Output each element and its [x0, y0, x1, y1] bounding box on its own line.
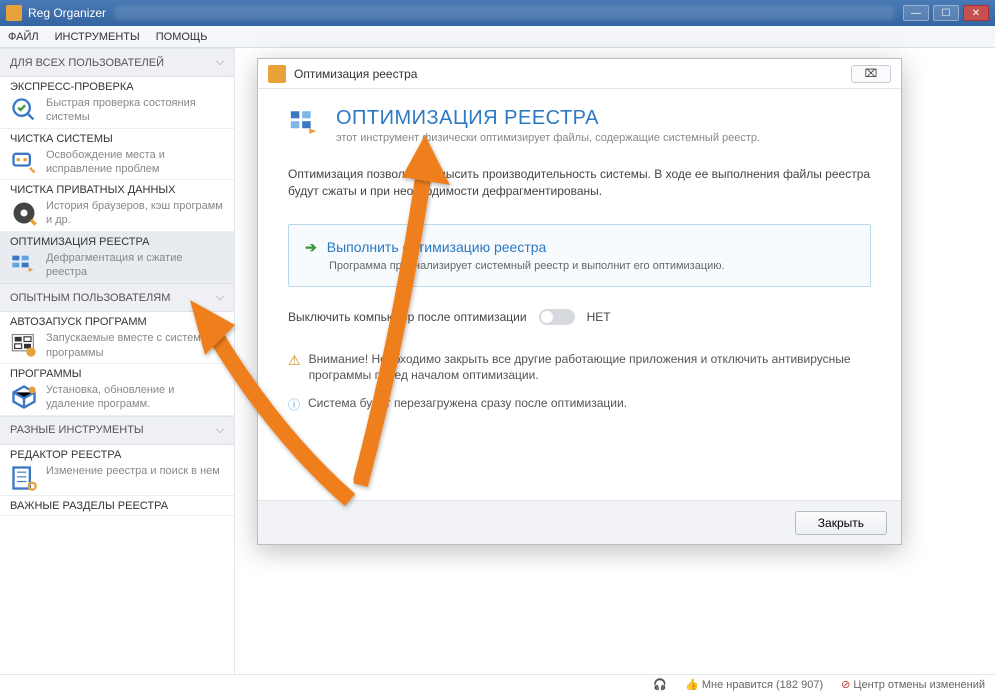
item-title: ЧИСТКА ПРИВАТНЫХ ДАННЫХ [10, 184, 224, 196]
item-desc: Дефрагментация и сжатие реестра [46, 251, 224, 280]
like-section[interactable]: 👍 Мне нравится (182 907) [685, 678, 823, 691]
dialog-title: ОПТИМИЗАЦИЯ РЕЕСТРА [336, 107, 760, 130]
sidebar-item-private[interactable]: ЧИСТКА ПРИВАТНЫХ ДАННЫХ История браузеро… [0, 180, 234, 232]
undo-icon: ⊘ [841, 679, 850, 691]
arrow-right-icon: ➔ [305, 239, 317, 256]
registry-icon [10, 464, 38, 492]
undo-text: Центр отмены изменений [853, 679, 985, 691]
maximize-button[interactable]: ☐ [933, 5, 959, 21]
item-title: ОПТИМИЗАЦИЯ РЕЕСТРА [10, 236, 224, 248]
menu-help[interactable]: ПОМОЩЬ [156, 31, 208, 43]
menu-file[interactable]: ФАЙЛ [8, 31, 39, 43]
dialog-titlebar: Оптимизация реестра ⌧ [258, 59, 901, 89]
action-title: Выполнить оптимизацию реестра [327, 239, 547, 255]
section-label: ДЛЯ ВСЕХ ПОЛЬЗОВАТЕЛЕЙ [10, 57, 164, 69]
close-window-button[interactable]: ✕ [963, 5, 989, 21]
close-button[interactable]: Закрыть [795, 511, 887, 535]
titlebar-blur [114, 6, 895, 20]
toggle-value: НЕТ [587, 310, 611, 324]
info-icon: ⓘ [288, 396, 300, 413]
thumbs-up-icon: 👍 [685, 679, 699, 691]
sidebar-item-express[interactable]: ЭКСПРЕСС-ПРОВЕРКА Быстрая проверка состо… [0, 77, 234, 129]
sidebar-item-clean[interactable]: ЧИСТКА СИСТЕМЫ Освобождение места и испр… [0, 129, 234, 181]
sidebar: ДЛЯ ВСЕХ ПОЛЬЗОВАТЕЛЕЙ ⌵ ЭКСПРЕСС-ПРОВЕР… [0, 48, 235, 674]
toggle-label: Выключить компьютер после оптимизации [288, 310, 527, 324]
reboot-text: Система будет перезагружена сразу после … [308, 396, 627, 413]
dialog-footer: Закрыть [258, 500, 901, 544]
item-title: АВТОЗАПУСК ПРОГРАММ [10, 316, 224, 328]
chevron-down-icon: ⌵ [216, 56, 224, 69]
item-title: ПРОГРАММЫ [10, 368, 224, 380]
defrag-large-icon [288, 107, 322, 141]
app-title: Reg Organizer [28, 6, 106, 20]
section-misc[interactable]: РАЗНЫЕ ИНСТРУМЕНТЫ ⌵ [0, 416, 234, 445]
flag-icon [10, 331, 38, 359]
sidebar-item-autorun[interactable]: АВТОЗАПУСК ПРОГРАММ Запускаемые вместе с… [0, 312, 234, 364]
item-desc: Освобождение места и исправление проблем [46, 148, 224, 177]
section-all-users[interactable]: ДЛЯ ВСЕХ ПОЛЬЗОВАТЕЛЕЙ ⌵ [0, 48, 234, 77]
item-title: РЕДАКТОР РЕЕСТРА [10, 449, 224, 461]
content-area: Оптимизация реестра ⌧ ОПТИМИЗАЦИЯ РЕЕСТР… [235, 48, 995, 674]
item-title: ЧИСТКА СИСТЕМЫ [10, 133, 224, 145]
statusbar: 🎧 👍 Мне нравится (182 907) ⊘ Центр отмен… [0, 674, 995, 694]
item-title: ВАЖНЫЕ РАЗДЕЛЫ РЕЕСТРА [10, 500, 224, 512]
dialog-subtitle: этот инструмент физически оптимизирует ф… [336, 132, 760, 144]
dialog-icon [268, 65, 286, 83]
menu-tools[interactable]: ИНСТРУМЕНТЫ [55, 31, 140, 43]
chevron-down-icon: ⌵ [216, 424, 224, 437]
disc-icon [10, 199, 38, 227]
item-title: ЭКСПРЕСС-ПРОВЕРКА [10, 81, 224, 93]
undo-section[interactable]: ⊘ Центр отмены изменений [841, 678, 985, 691]
item-desc: Изменение реестра и поиск в нем [46, 464, 220, 478]
box-icon [10, 383, 38, 411]
item-desc: Быстрая проверка состояния системы [46, 96, 224, 125]
run-optimization-button[interactable]: ➔ Выполнить оптимизацию реестра Программ… [288, 224, 871, 287]
sidebar-item-important[interactable]: ВАЖНЫЕ РАЗДЕЛЫ РЕЕСТРА [0, 496, 234, 516]
menubar: ФАЙЛ ИНСТРУМЕНТЫ ПОМОЩЬ [0, 26, 995, 48]
item-desc: История браузеров, кэш программ и др. [46, 199, 224, 228]
section-label: ОПЫТНЫМ ПОЛЬЗОВАТЕЛЯМ [10, 292, 170, 304]
item-desc: Установка, обновление и удаление програм… [46, 383, 224, 412]
defrag-icon [10, 251, 38, 279]
action-subtitle: Программа проанализирует системный реест… [329, 260, 854, 272]
shutdown-toggle[interactable] [539, 309, 575, 325]
dialog-body-text: Оптимизация позволяет повысить производи… [288, 166, 871, 200]
sidebar-item-optimize[interactable]: ОПТИМИЗАЦИЯ РЕЕСТРА Дефрагментация и сжа… [0, 232, 234, 284]
broom-icon [10, 148, 38, 176]
warning-text: Внимание! Необходимо закрыть все другие … [309, 351, 871, 385]
headset-icon[interactable]: 🎧 [653, 678, 667, 691]
section-advanced[interactable]: ОПЫТНЫМ ПОЛЬЗОВАТЕЛЯМ ⌵ [0, 283, 234, 312]
dialog-close-button[interactable]: ⌧ [851, 65, 891, 83]
like-text: Мне нравится (182 907) [702, 679, 823, 691]
sidebar-item-programs[interactable]: ПРОГРАММЫ Установка, обновление и удален… [0, 364, 234, 416]
window-titlebar: Reg Organizer — ☐ ✕ [0, 0, 995, 26]
chevron-down-icon: ⌵ [216, 291, 224, 304]
optimize-dialog: Оптимизация реестра ⌧ ОПТИМИЗАЦИЯ РЕЕСТР… [257, 58, 902, 545]
section-label: РАЗНЫЕ ИНСТРУМЕНТЫ [10, 424, 144, 436]
magnifier-check-icon [10, 96, 38, 124]
sidebar-item-regedit[interactable]: РЕДАКТОР РЕЕСТРА Изменение реестра и пои… [0, 445, 234, 496]
item-desc: Запускаемые вместе с системой программы [46, 331, 224, 360]
app-icon [6, 5, 22, 21]
minimize-button[interactable]: — [903, 5, 929, 21]
warning-icon: ⚠ [288, 351, 301, 385]
dialog-window-title: Оптимизация реестра [294, 67, 417, 81]
